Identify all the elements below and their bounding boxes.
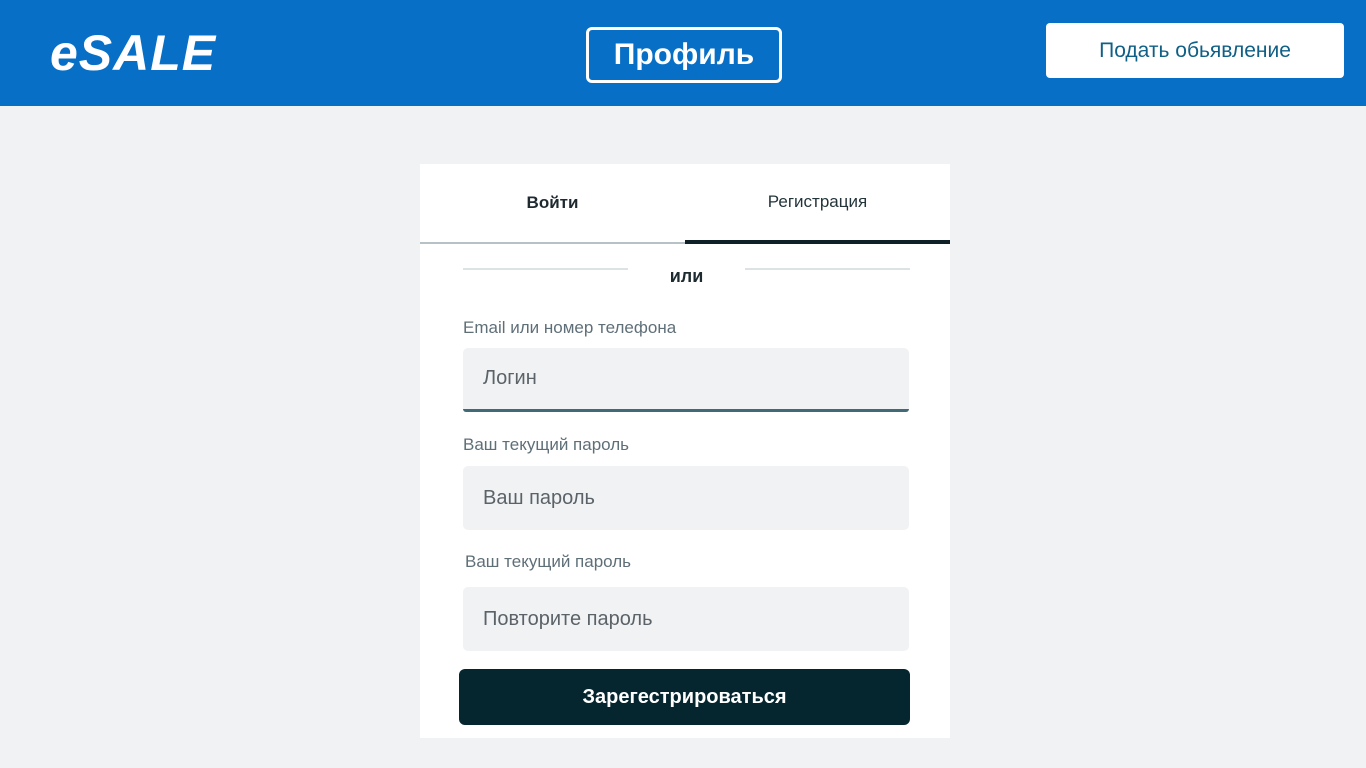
post-ad-button[interactable]: Подать обьявление <box>1046 23 1344 78</box>
logo[interactable]: eSALE <box>50 24 216 82</box>
password-label: Ваш текущий пароль <box>463 435 630 454</box>
tab-register[interactable]: Регистрация <box>685 164 950 244</box>
repeat-password-input[interactable] <box>463 587 909 651</box>
auth-card: Войти Регистрация или Email или номер те… <box>420 164 950 738</box>
password-input[interactable] <box>463 466 909 530</box>
or-label: или <box>669 266 704 286</box>
top-bar: eSALE Профиль Подать обьявление <box>0 0 1366 106</box>
register-button[interactable]: Зарегестрироваться <box>459 669 910 725</box>
login-input[interactable] <box>463 348 909 412</box>
login-label: Email или номер телефона <box>463 318 677 337</box>
divider-left <box>463 268 628 270</box>
profile-button[interactable]: Профиль <box>586 27 782 83</box>
auth-tabs: Войти Регистрация <box>420 164 950 244</box>
tab-login[interactable]: Войти <box>420 164 685 244</box>
repeat-password-label: Ваш текущий пароль <box>465 552 632 571</box>
divider-right <box>745 268 910 270</box>
